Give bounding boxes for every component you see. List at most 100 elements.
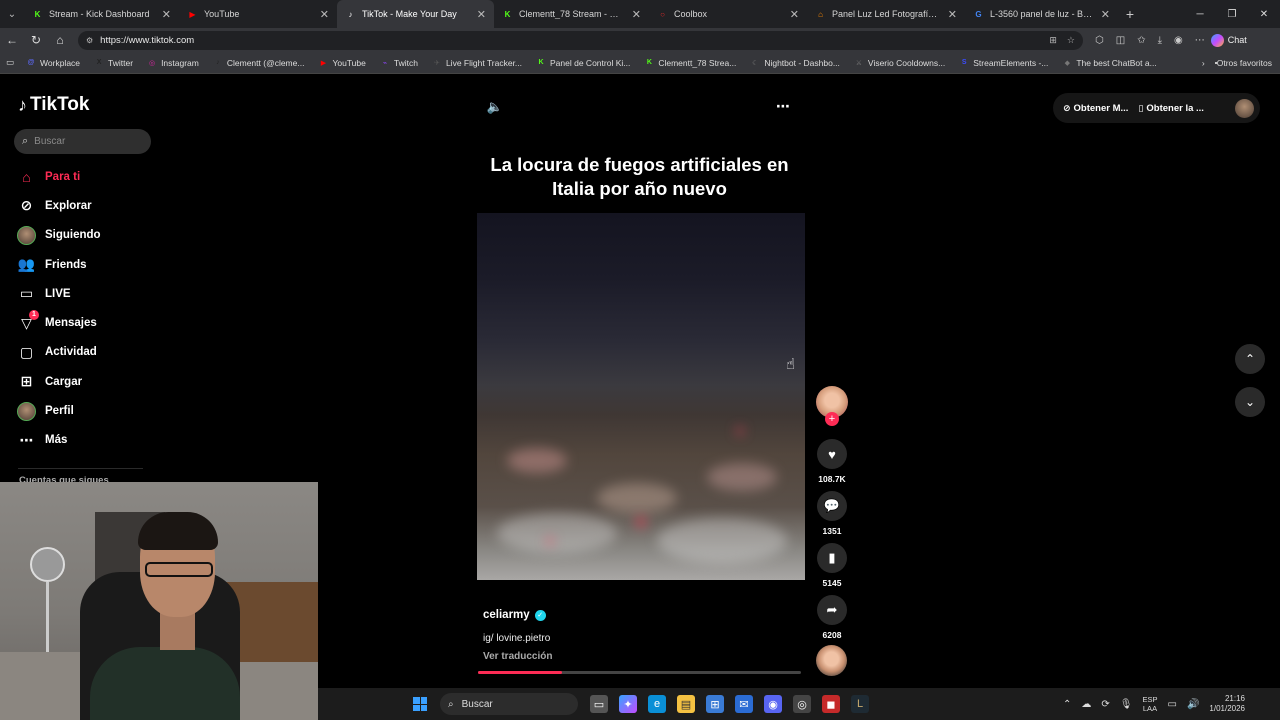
bookmark-item[interactable]: K Panel de Control Ki... — [536, 58, 630, 68]
bookmark-item[interactable]: X Twitter — [94, 58, 133, 68]
share-button[interactable]: ➦ 6208 — [816, 595, 848, 640]
close-tab-icon[interactable]: ✕ — [477, 8, 486, 21]
bookmarks-overflow-icon[interactable]: › — [1202, 58, 1205, 68]
previous-video-button[interactable]: ⌃ — [1235, 344, 1265, 374]
video-author[interactable]: celiarmy ✓ — [483, 609, 546, 621]
onedrive-icon[interactable]: ☁ — [1081, 699, 1091, 710]
next-video-button[interactable]: ⌄ — [1235, 387, 1265, 417]
sidebar-item-friends[interactable]: 👥 Friends — [17, 250, 101, 279]
task-view-icon[interactable]: ▭ — [590, 695, 608, 713]
close-tab-icon[interactable]: ✕ — [1101, 8, 1110, 21]
extensions-icon[interactable]: ⬡ — [1095, 35, 1104, 46]
mail-icon[interactable]: ✉ — [735, 695, 753, 713]
close-tab-icon[interactable]: ✕ — [162, 8, 171, 21]
sidebar-item-más[interactable]: ⋯ Más — [17, 426, 101, 455]
close-tab-icon[interactable]: ✕ — [790, 8, 799, 21]
close-tab-icon[interactable]: ✕ — [632, 8, 641, 21]
split-screen-icon[interactable]: ◫ — [1116, 35, 1125, 46]
install-app-icon[interactable]: ⊞ — [1049, 35, 1057, 46]
bookmark-item[interactable]: S StreamElements -... — [959, 58, 1048, 68]
bookmark-star-icon[interactable]: ☆ — [1067, 35, 1075, 46]
sidebar-item-mensajes[interactable]: ▽ 1 Mensajes — [17, 308, 101, 337]
bookmark-item[interactable]: ◎ Instagram — [147, 58, 199, 68]
music-disc[interactable] — [816, 645, 847, 676]
browser-tab[interactable]: G L-3560 panel de luz - Buscar con G ✕ — [965, 0, 1118, 28]
bookmark-item[interactable]: @ Workplace — [26, 58, 80, 68]
share-icon: ➦ — [817, 595, 847, 625]
video-progress-bar[interactable] — [478, 671, 801, 674]
see-translation-link[interactable]: Ver traducción — [483, 651, 552, 662]
get-coins-button[interactable]: ⊘ Obtener M... — [1063, 103, 1128, 114]
downloads-icon[interactable]: ⤓ — [1158, 35, 1162, 46]
browser-tab[interactable]: ○ Coolbox ✕ — [649, 0, 807, 28]
volume-tray-icon[interactable]: 🔊 — [1187, 699, 1199, 710]
bookmark-item[interactable]: ✈ Live Flight Tracker... — [432, 58, 522, 68]
copilot-app-icon[interactable]: ✦ — [619, 695, 637, 713]
bookmark-item[interactable]: K Clementt_78 Strea... — [644, 58, 737, 68]
copilot-chat-button[interactable]: Chat — [1210, 33, 1247, 47]
tiktok-logo[interactable]: ♪ TikTok — [18, 94, 89, 116]
close-window-button[interactable]: ✕ — [1248, 9, 1280, 20]
bookmark-item[interactable]: ☾ Nightbot - Dashbo... — [750, 58, 840, 68]
browser-tab[interactable]: ⌂ Panel Luz Led Fotografía Video Tr ✕ — [807, 0, 965, 28]
close-tab-icon[interactable]: ✕ — [320, 8, 329, 21]
volume-icon[interactable]: 🔈 — [487, 99, 503, 115]
sync-icon[interactable]: ⟳ — [1101, 699, 1109, 710]
antivirus-icon[interactable]: ◼ — [822, 695, 840, 713]
bookmark-item[interactable]: ⌁ Twitch — [380, 58, 418, 68]
sidebar-item-siguiendo[interactable]: Siguiendo — [17, 221, 101, 250]
bookmark-item[interactable]: ▶ YouTube — [318, 58, 366, 68]
follow-plus-icon[interactable]: + — [825, 412, 839, 426]
other-bookmarks[interactable]: › Otros favoritos — [1202, 58, 1280, 68]
microphone-icon[interactable]: 🎙 — [1120, 699, 1133, 710]
sidebar-item-cargar[interactable]: ⊞ Cargar — [17, 367, 101, 396]
taskbar-search[interactable]: ⌕ Buscar — [440, 693, 578, 715]
settings-menu-icon[interactable]: ⋯ — [1195, 35, 1205, 46]
new-tab-button[interactable]: + — [1118, 6, 1142, 22]
home-button[interactable]: ⌂ — [48, 33, 72, 47]
favorites-icon[interactable]: ✩ — [1137, 35, 1145, 46]
site-info-icon[interactable]: ⚙ — [86, 36, 93, 45]
browser-tab[interactable]: ♪ TikTok - Make Your Day ✕ — [337, 0, 494, 28]
store-icon[interactable]: ⊞ — [706, 695, 724, 713]
video-player[interactable] — [477, 213, 805, 580]
sidebar-item-explorar[interactable]: ⊘ Explorar — [17, 191, 101, 220]
back-button[interactable]: ← — [0, 33, 24, 47]
user-avatar[interactable] — [1235, 98, 1254, 118]
get-app-button[interactable]: ▯ Obtener la ... — [1138, 103, 1204, 114]
sidebar-item-para-ti[interactable]: ⌂ Para ti — [17, 162, 101, 191]
browser-tab[interactable]: K Stream - Kick Dashboard ✕ — [24, 0, 179, 28]
league-icon[interactable]: L — [851, 695, 869, 713]
save-button[interactable]: ▮ 5145 — [816, 543, 848, 588]
like-button[interactable]: ♥ 108.7K — [816, 439, 848, 484]
browser-tab[interactable]: ▶ YouTube ✕ — [179, 0, 337, 28]
sidebar-item-live[interactable]: ▭ LIVE — [17, 279, 101, 308]
network-icon[interactable]: ▭ — [1168, 699, 1177, 710]
language-indicator[interactable]: ESP LAA — [1142, 695, 1157, 713]
minimize-button[interactable]: ─ — [1184, 9, 1216, 20]
bookmark-item[interactable]: ⚔ Viserio Cooldowns... — [854, 58, 945, 68]
sidebar-item-perfil[interactable]: Perfil — [17, 396, 101, 425]
reading-list-icon[interactable]: ▭ — [6, 57, 14, 68]
profile-icon[interactable]: ◉ — [1174, 35, 1183, 46]
chrome-icon[interactable]: ◎ — [793, 695, 811, 713]
close-tab-icon[interactable]: ✕ — [948, 8, 957, 21]
search-input[interactable]: ⌕ Buscar — [14, 129, 151, 154]
comment-button[interactable]: 💬 1351 — [816, 491, 848, 536]
tab-search-button[interactable]: ⌄ — [0, 0, 24, 28]
edge-icon[interactable]: e — [648, 695, 666, 713]
sidebar-item-actividad[interactable]: ▢ Actividad — [17, 338, 101, 367]
file-explorer-icon[interactable]: ▤ — [677, 695, 695, 713]
clock[interactable]: 21:16 1/01/2026 — [1209, 694, 1245, 714]
tray-overflow-icon[interactable]: ⌃ — [1063, 699, 1071, 710]
creator-avatar[interactable]: + — [816, 386, 848, 426]
bookmark-item[interactable]: ◆ The best ChatBot a... — [1062, 58, 1157, 68]
discord-icon[interactable]: ◉ — [764, 695, 782, 713]
bookmark-item[interactable]: ♪ Clementt (@cleme... — [213, 58, 304, 68]
browser-tab[interactable]: K Clementt_78 Stream - Watch Live o ✕ — [494, 0, 649, 28]
start-button[interactable] — [413, 697, 427, 711]
reload-button[interactable]: ↻ — [24, 33, 48, 47]
address-bar[interactable]: ⚙ https://www.tiktok.com ⊞ ☆ — [78, 30, 1083, 50]
more-options-icon[interactable]: ⋯ — [776, 98, 791, 115]
maximize-button[interactable]: ❐ — [1216, 9, 1248, 20]
